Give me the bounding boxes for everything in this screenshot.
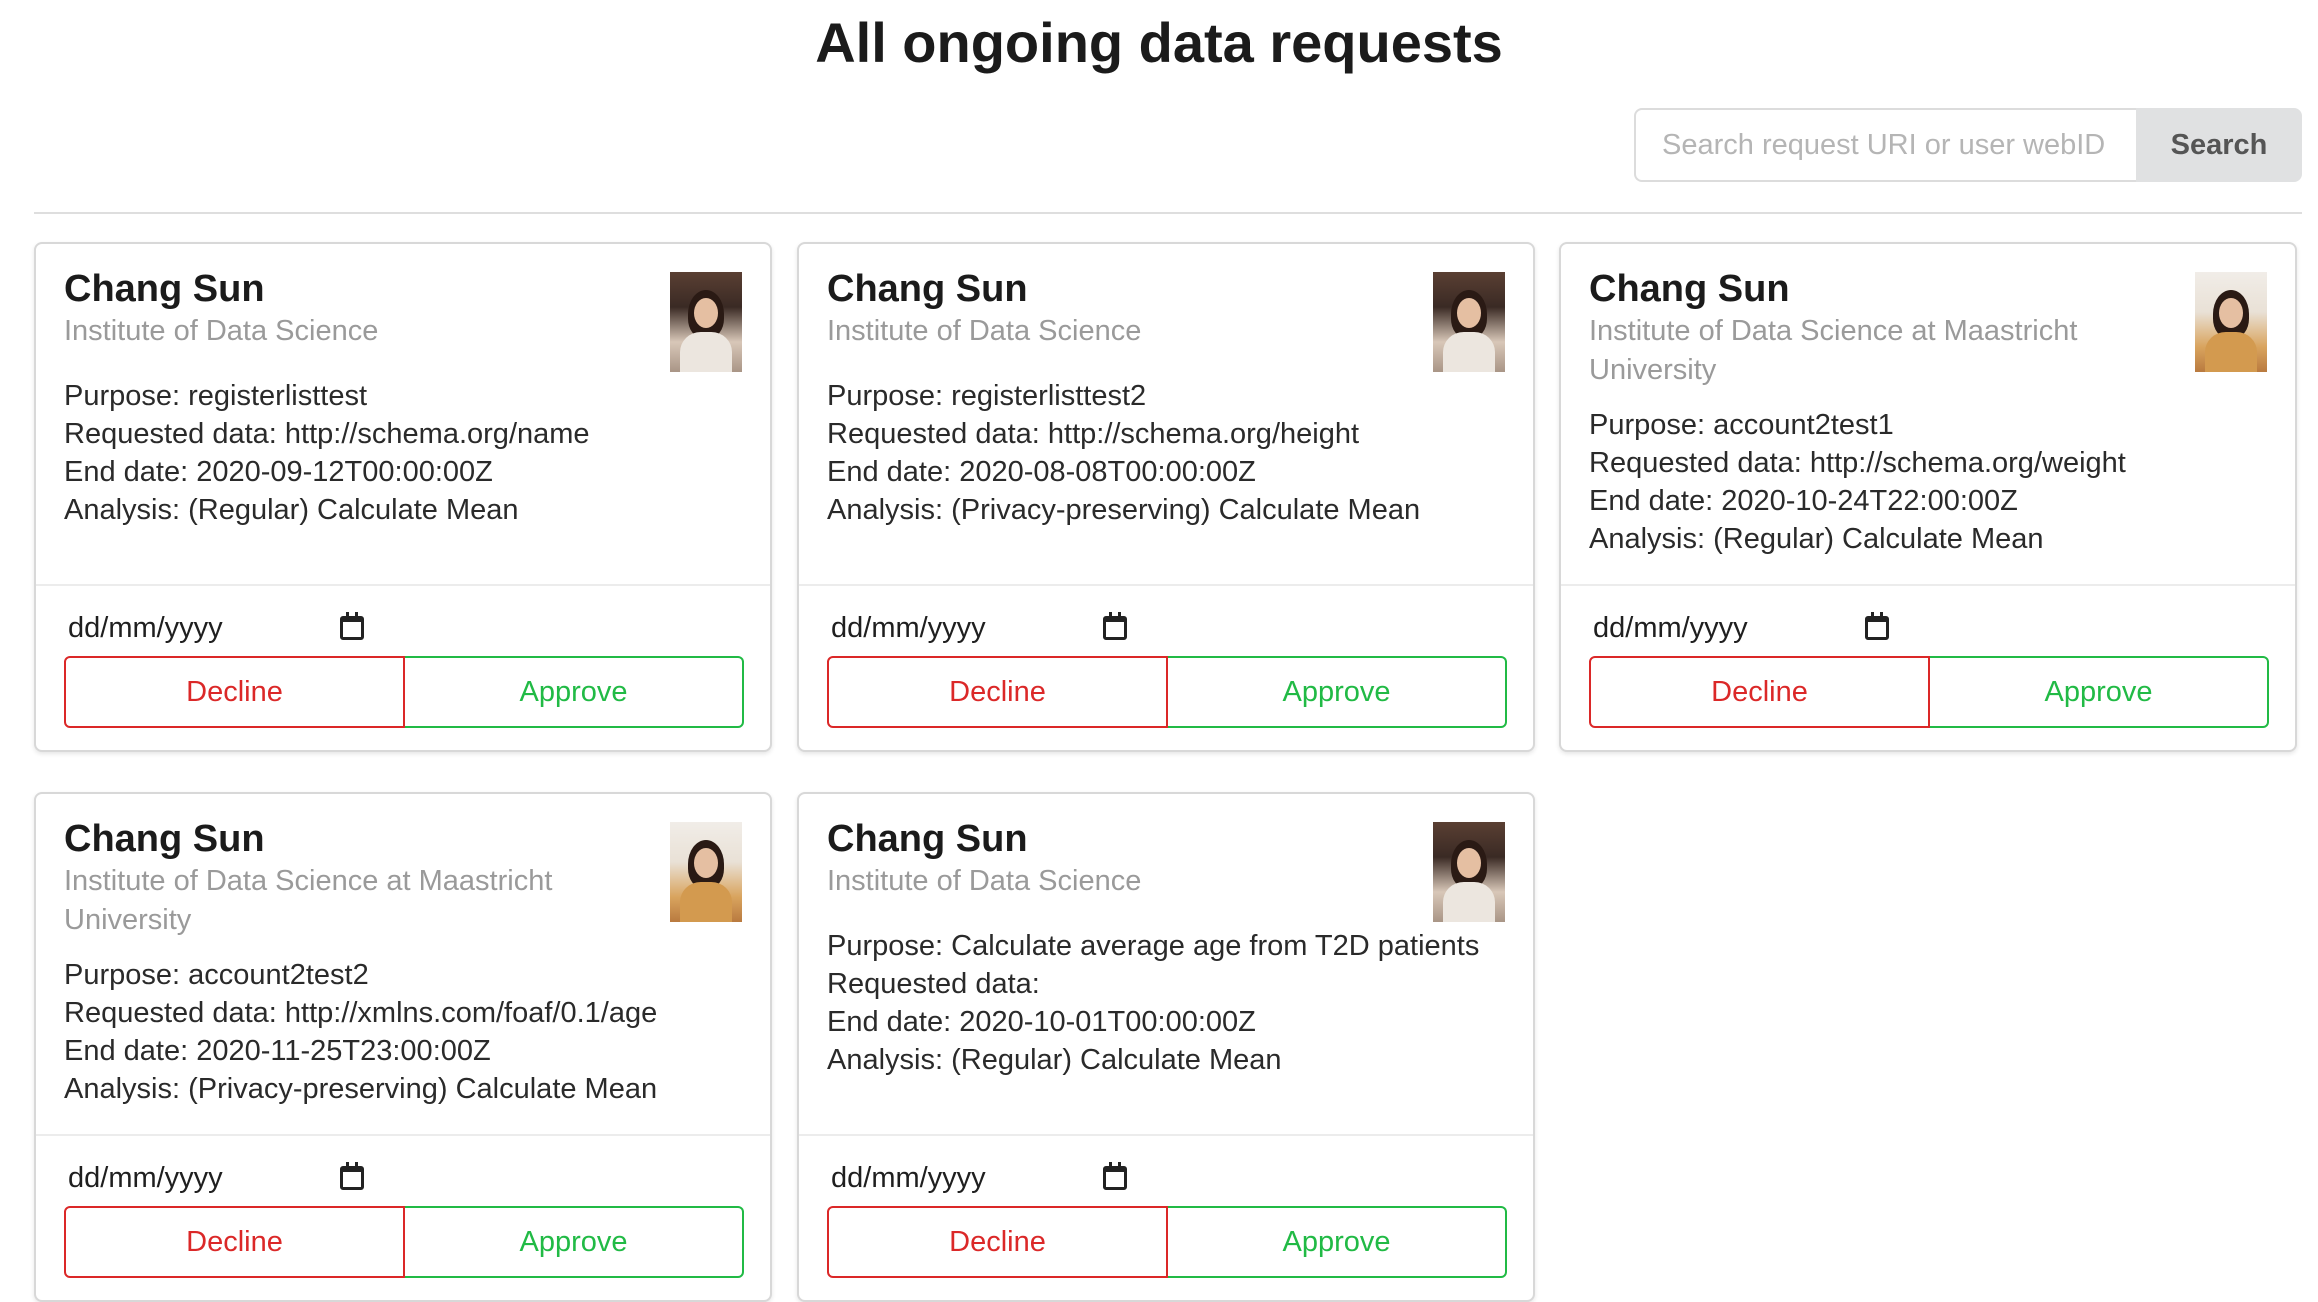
avatar — [2195, 272, 2267, 372]
analysis: Analysis: (Regular) Calculate Mean — [64, 494, 519, 526]
page-title: All ongoing data requests — [815, 11, 1503, 74]
request-purpose: Purpose: account2test1 — [1589, 409, 1894, 441]
requester-organization: Institute of Data Science at Maastricht … — [64, 865, 553, 936]
approve-button[interactable]: Approve — [1930, 656, 2269, 728]
calendar-icon[interactable] — [1103, 1162, 1127, 1190]
requested-data: Requested data: http://schema.org/name — [64, 418, 590, 450]
request-card: Chang Sun Institute of Data Science at M… — [1559, 242, 2297, 752]
approve-button[interactable]: Approve — [405, 656, 744, 728]
approve-button[interactable]: Approve — [1168, 656, 1507, 728]
requester-name: Chang Sun — [1589, 268, 1790, 310]
requester-organization: Institute of Data Science — [64, 315, 379, 347]
search-input[interactable] — [1634, 108, 2136, 182]
card-actions: dd/mm/yyyy Decline Approve — [36, 1136, 770, 1300]
requester-name: Chang Sun — [827, 268, 1028, 310]
requested-data: Requested data: — [827, 968, 1040, 1000]
avatar — [1433, 272, 1505, 372]
card-content: Chang Sun Institute of Data Science Purp… — [799, 244, 1533, 586]
card-content: Chang Sun Institute of Data Science at M… — [36, 794, 770, 1136]
divider — [34, 212, 2302, 214]
search-bar: Search — [1634, 108, 2302, 182]
date-input[interactable]: dd/mm/yyyy — [64, 1154, 364, 1202]
analysis: Analysis: (Privacy-preserving) Calculate… — [827, 494, 1421, 526]
card-content: Chang Sun Institute of Data Science at M… — [1561, 244, 2295, 586]
end-date: End date: 2020-08-08T00:00:00Z — [827, 456, 1256, 488]
date-input[interactable]: dd/mm/yyyy — [64, 604, 364, 652]
analysis: Analysis: (Privacy-preserving) Calculate… — [64, 1073, 658, 1105]
calendar-icon[interactable] — [1103, 612, 1127, 640]
avatar — [670, 822, 742, 922]
requester-organization: Institute of Data Science at Maastricht … — [1589, 315, 2078, 386]
decision-button-group: Decline Approve — [827, 1206, 1507, 1278]
decision-button-group: Decline Approve — [827, 656, 1507, 728]
card-content: Chang Sun Institute of Data Science Purp… — [799, 794, 1533, 1136]
approve-button[interactable]: Approve — [1168, 1206, 1507, 1278]
request-card: Chang Sun Institute of Data Science at M… — [34, 792, 772, 1302]
approve-button[interactable]: Approve — [405, 1206, 744, 1278]
requested-data: Requested data: http://xmlns.com/foaf/0.… — [64, 997, 658, 1029]
date-input-value: dd/mm/yyyy — [1593, 611, 1748, 644]
request-card: Chang Sun Institute of Data Science Purp… — [797, 242, 1535, 752]
request-purpose: Purpose: account2test2 — [64, 959, 369, 991]
card-actions: dd/mm/yyyy Decline Approve — [1561, 586, 2295, 750]
decline-button[interactable]: Decline — [827, 656, 1168, 728]
analysis: Analysis: (Regular) Calculate Mean — [1589, 523, 2044, 555]
card-content: Chang Sun Institute of Data Science Purp… — [36, 244, 770, 586]
requested-data: Requested data: http://schema.org/height — [827, 418, 1360, 450]
analysis: Analysis: (Regular) Calculate Mean — [827, 1044, 1282, 1076]
decision-button-group: Decline Approve — [1589, 656, 2269, 728]
request-card: Chang Sun Institute of Data Science Purp… — [797, 792, 1535, 1302]
decline-button[interactable]: Decline — [64, 1206, 405, 1278]
avatar — [1433, 822, 1505, 922]
calendar-icon[interactable] — [340, 1162, 364, 1190]
requester-organization: Institute of Data Science — [827, 315, 1142, 347]
date-input-value: dd/mm/yyyy — [68, 611, 223, 644]
search-button[interactable]: Search — [2136, 108, 2302, 182]
card-actions: dd/mm/yyyy Decline Approve — [799, 1136, 1533, 1300]
decision-button-group: Decline Approve — [64, 656, 744, 728]
end-date: End date: 2020-09-12T00:00:00Z — [64, 456, 493, 488]
card-actions: dd/mm/yyyy Decline Approve — [36, 586, 770, 750]
date-input[interactable]: dd/mm/yyyy — [827, 1154, 1127, 1202]
request-purpose: Purpose: Calculate average age from T2D … — [827, 930, 1480, 962]
avatar — [670, 272, 742, 372]
end-date: End date: 2020-11-25T23:00:00Z — [64, 1035, 491, 1067]
decline-button[interactable]: Decline — [64, 656, 405, 728]
end-date: End date: 2020-10-01T00:00:00Z — [827, 1006, 1256, 1038]
decision-button-group: Decline Approve — [64, 1206, 744, 1278]
requester-name: Chang Sun — [827, 818, 1028, 860]
date-input-value: dd/mm/yyyy — [831, 1161, 986, 1194]
date-input[interactable]: dd/mm/yyyy — [1589, 604, 1889, 652]
request-purpose: Purpose: registerlisttest — [64, 380, 368, 412]
date-input-value: dd/mm/yyyy — [831, 611, 986, 644]
request-card: Chang Sun Institute of Data Science Purp… — [34, 242, 772, 752]
date-input[interactable]: dd/mm/yyyy — [827, 604, 1127, 652]
decline-button[interactable]: Decline — [827, 1206, 1168, 1278]
end-date: End date: 2020-10-24T22:00:00Z — [1589, 485, 2018, 517]
date-input-value: dd/mm/yyyy — [68, 1161, 223, 1194]
card-actions: dd/mm/yyyy Decline Approve — [799, 586, 1533, 750]
calendar-icon[interactable] — [1865, 612, 1889, 640]
decline-button[interactable]: Decline — [1589, 656, 1930, 728]
requester-name: Chang Sun — [64, 268, 265, 310]
request-purpose: Purpose: registerlisttest2 — [827, 380, 1147, 412]
requester-organization: Institute of Data Science — [827, 865, 1142, 897]
requested-data: Requested data: http://schema.org/weight — [1589, 447, 2126, 479]
calendar-icon[interactable] — [340, 612, 364, 640]
requester-name: Chang Sun — [64, 818, 265, 860]
